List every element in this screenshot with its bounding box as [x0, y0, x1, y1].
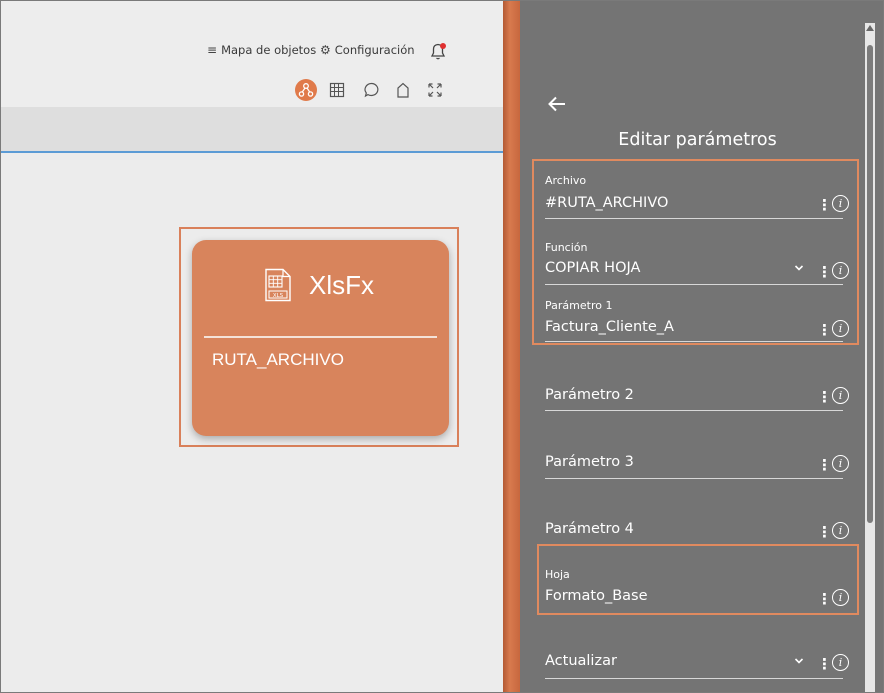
field-value[interactable]: COPIAR HOJA: [545, 260, 640, 276]
gear-icon: ⚙: [320, 43, 331, 57]
field-placeholder[interactable]: Parámetro 3: [545, 454, 634, 470]
field-underline: [545, 410, 843, 411]
node-value: RUTA_ARCHIVO: [212, 350, 344, 369]
flow-icon: [298, 83, 314, 97]
info-icon[interactable]: i: [832, 522, 849, 539]
field-underline: [545, 478, 843, 479]
more-options-icon[interactable]: ⋮: [817, 458, 832, 473]
field-value[interactable]: Factura_Cliente_A: [545, 319, 674, 335]
node-title: XlsFx: [309, 270, 374, 300]
info-icon[interactable]: i: [832, 589, 849, 606]
flow-view-button[interactable]: [295, 79, 317, 101]
home-button[interactable]: [392, 79, 414, 101]
field-funcion[interactable]: Función COPIAR HOJA ⋮ i: [545, 240, 849, 288]
settings-label: Configuración: [334, 43, 415, 57]
info-icon[interactable]: i: [832, 654, 849, 671]
field-underline: [545, 284, 843, 285]
bell-icon[interactable]: [428, 41, 448, 61]
more-options-icon[interactable]: ⋮: [817, 198, 832, 213]
field-value[interactable]: #RUTA_ARCHIVO: [545, 195, 668, 211]
field-archivo[interactable]: Archivo #RUTA_ARCHIVO ⋮ i: [545, 173, 849, 221]
field-label: Función: [545, 241, 588, 254]
more-options-icon[interactable]: ⋮: [817, 323, 832, 338]
grid-icon: [329, 82, 345, 98]
info-icon[interactable]: i: [832, 455, 849, 472]
panel-title: Editar parámetros: [618, 130, 777, 150]
scroll-up-arrow-icon[interactable]: [866, 25, 874, 31]
comments-button[interactable]: [361, 79, 383, 101]
menu-icon: ≡: [207, 43, 218, 57]
field-parametro-2[interactable]: Parámetro 2 ⋮ i: [545, 385, 849, 415]
more-options-icon[interactable]: ⋮: [817, 265, 832, 280]
field-parametro-3[interactable]: Parámetro 3 ⋮ i: [545, 453, 849, 483]
chat-icon: [364, 82, 379, 98]
app-window: ≡ Mapa de objetos ⚙ Configuración XLS Xl…: [0, 0, 884, 693]
panel-divider-strip[interactable]: [503, 1, 520, 692]
field-label: Hoja: [545, 568, 570, 581]
xls-badge-text: XLS: [273, 293, 284, 299]
more-options-icon[interactable]: ⋮: [817, 525, 832, 540]
field-label: Parámetro 1: [545, 299, 613, 312]
info-icon[interactable]: i: [832, 262, 849, 279]
field-parametro-4[interactable]: Parámetro 4 ⋮ i: [545, 520, 849, 544]
settings-link[interactable]: ⚙ Configuración: [320, 43, 415, 57]
xlsfx-node-card[interactable]: XLS XlsFx RUTA_ARCHIVO: [192, 240, 449, 436]
scrollbar-thumb[interactable]: [867, 45, 873, 523]
edit-parameters-panel: Editar parámetros Archivo #RUTA_ARCHIVO …: [520, 1, 883, 692]
field-underline: [545, 218, 843, 219]
object-map-link[interactable]: ≡ Mapa de objetos: [207, 43, 316, 57]
more-options-icon[interactable]: ⋮: [817, 657, 832, 672]
expand-icon: [428, 83, 442, 97]
field-actualizar[interactable]: Actualizar ⋮ i: [545, 652, 849, 682]
field-parametro-1[interactable]: Parámetro 1 Factura_Cliente_A ⋮ i: [545, 298, 849, 346]
node-divider: [204, 336, 437, 338]
field-placeholder[interactable]: Parámetro 4: [545, 521, 634, 537]
top-header: ≡ Mapa de objetos ⚙ Configuración: [1, 1, 503, 107]
panel-scrollbar[interactable]: [865, 23, 875, 692]
info-icon[interactable]: i: [832, 387, 849, 404]
chevron-down-icon[interactable]: [794, 264, 804, 272]
grid-view-button[interactable]: [326, 79, 348, 101]
object-map-label: Mapa de objetos: [221, 43, 317, 57]
more-options-icon[interactable]: ⋮: [817, 592, 832, 607]
chevron-down-icon[interactable]: [794, 657, 804, 665]
back-arrow-icon[interactable]: [546, 93, 568, 115]
tab-band: [1, 107, 503, 153]
home-icon: [397, 82, 409, 98]
field-label: Archivo: [545, 174, 587, 187]
field-value[interactable]: Formato_Base: [545, 588, 648, 604]
field-underline: [545, 341, 843, 342]
field-placeholder[interactable]: Actualizar: [545, 653, 617, 669]
xls-file-icon: XLS: [265, 268, 291, 302]
field-placeholder[interactable]: Parámetro 2: [545, 387, 634, 403]
more-options-icon[interactable]: ⋮: [817, 390, 832, 405]
info-icon[interactable]: i: [832, 320, 849, 337]
fullscreen-button[interactable]: [424, 79, 446, 101]
info-icon[interactable]: i: [832, 195, 849, 212]
field-hoja[interactable]: Hoja Formato_Base ⋮ i: [545, 567, 849, 613]
field-underline: [545, 678, 843, 679]
